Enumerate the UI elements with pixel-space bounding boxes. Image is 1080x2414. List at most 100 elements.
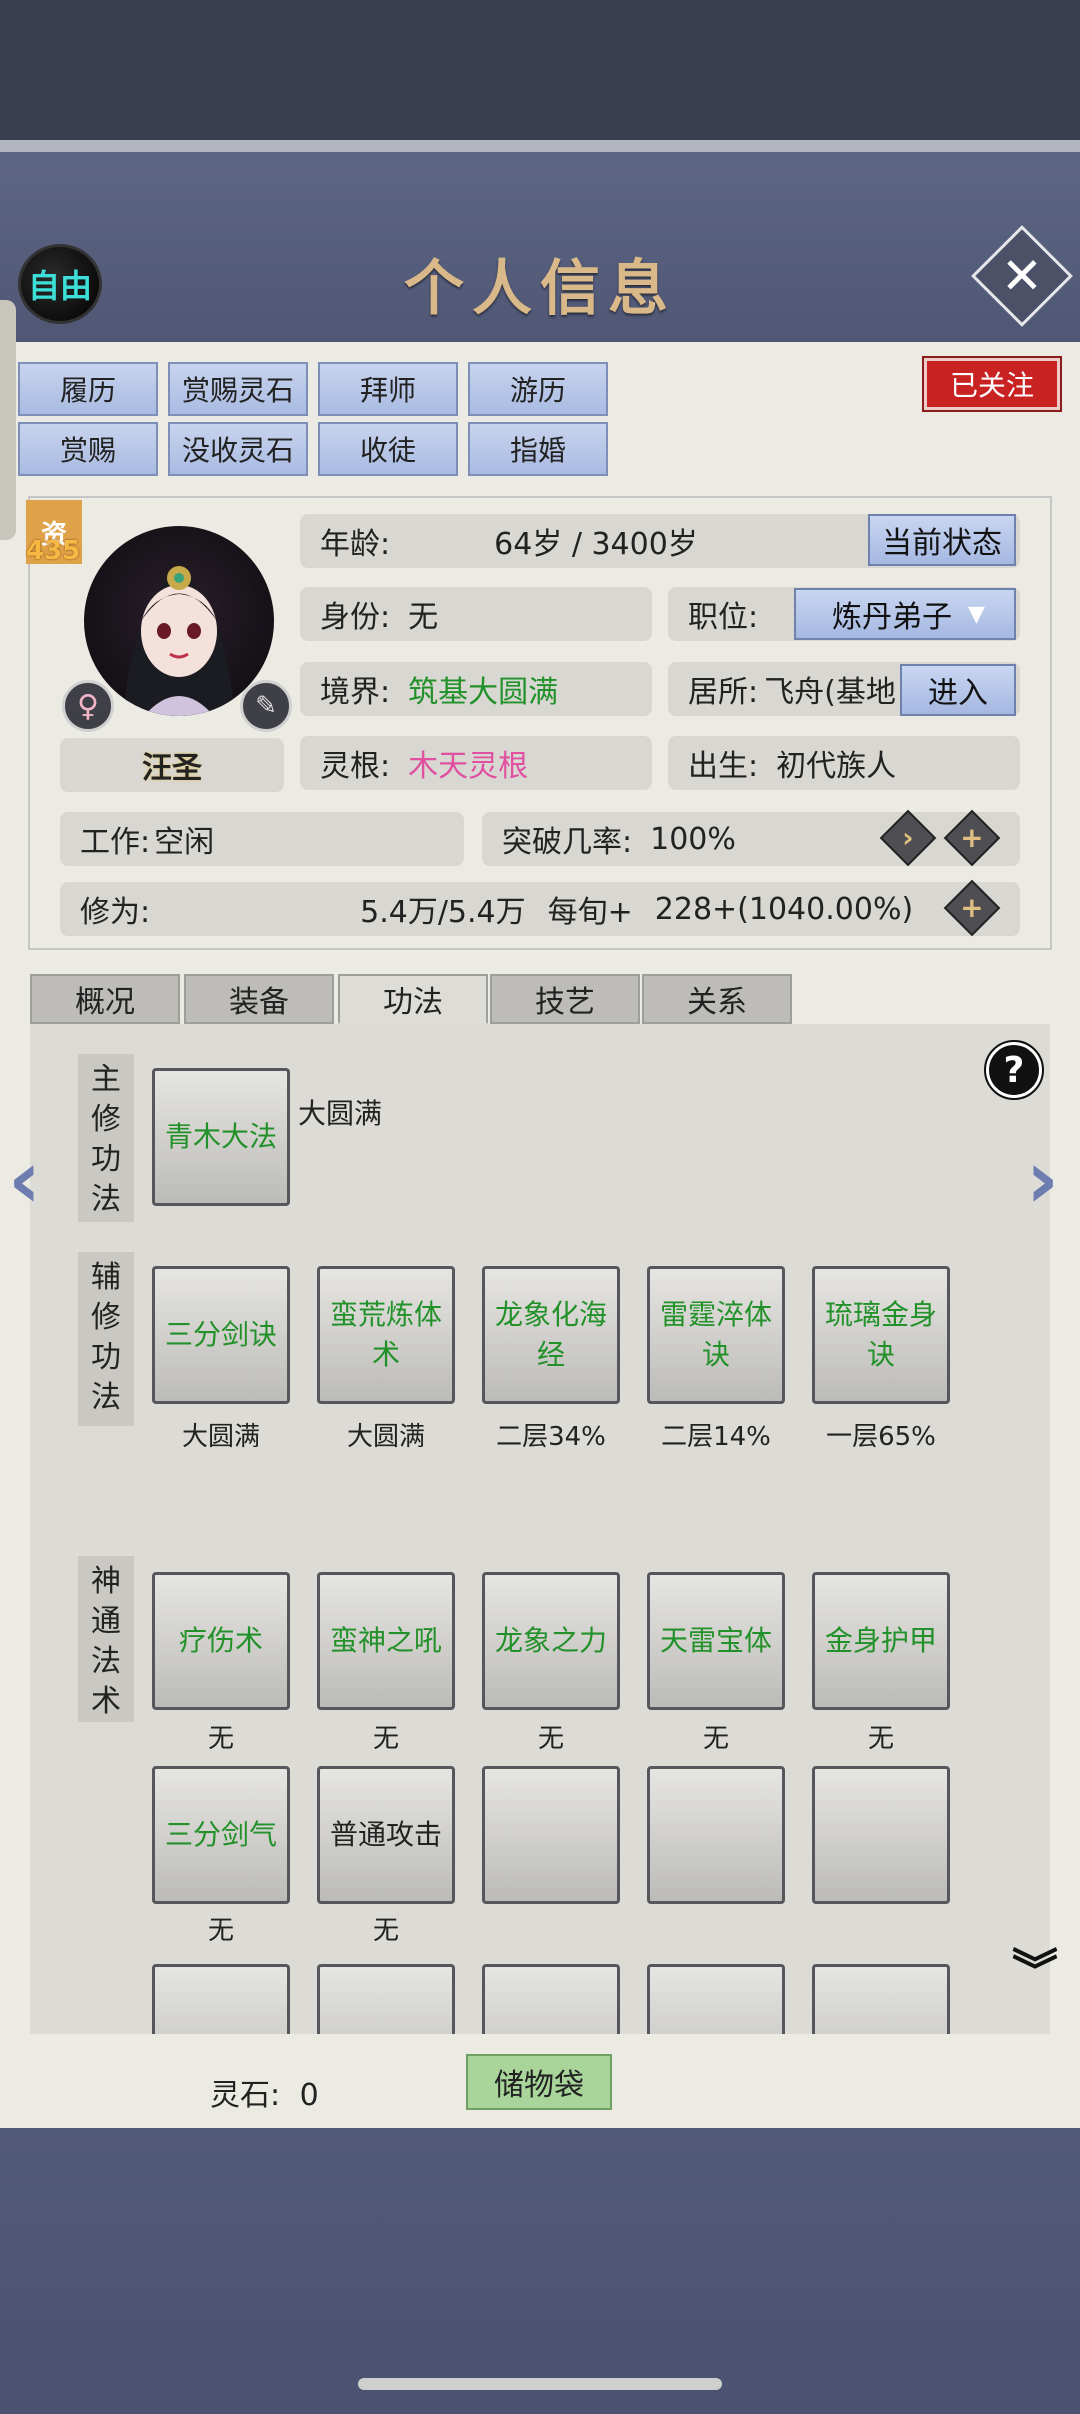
magic-art-level: 无: [702, 1724, 729, 1754]
next-slot-row: [30, 1964, 1050, 2034]
travel-button[interactable]: 游历: [468, 362, 608, 416]
magic-art-slot[interactable]: 蛮神之吼: [317, 1572, 455, 1710]
page-title: 个人信息: [404, 254, 676, 324]
tab-equipment[interactable]: 装备: [184, 974, 334, 1024]
magic-art-slot[interactable]: 疗伤术: [152, 1572, 290, 1710]
apprentice-button[interactable]: 拜师: [318, 362, 458, 416]
birth-value: 初代族人: [776, 749, 897, 784]
header-rail: [0, 140, 1080, 152]
reward-button[interactable]: 赏赐: [18, 422, 158, 476]
help-icon[interactable]: ?: [984, 1040, 1044, 1100]
next-arrow-icon[interactable]: ›: [1026, 1140, 1059, 1220]
main-technique-slot[interactable]: 青木大法: [152, 1068, 290, 1206]
magic-art-slot[interactable]: 三分剑气: [152, 1766, 290, 1904]
prev-arrow-icon[interactable]: ‹: [8, 1140, 41, 1220]
empty-slot[interactable]: [152, 1964, 290, 2034]
realm-row: 境界: 筑基大圆满: [300, 662, 652, 716]
character-avatar[interactable]: [84, 526, 274, 716]
followed-badge[interactable]: 已关注: [922, 356, 1062, 412]
aux-technique-slot[interactable]: 蛮荒炼体术: [317, 1266, 455, 1404]
free-mode-button[interactable]: 自由: [18, 244, 102, 324]
magic-art-level: 无: [207, 1916, 234, 1946]
empty-slot[interactable]: [317, 1964, 455, 2034]
empty-slot[interactable]: [812, 1766, 950, 1904]
empty-slot[interactable]: [482, 1964, 620, 2034]
residence-label: 居所:: [688, 675, 759, 710]
stone-label: 灵石:: [210, 2078, 281, 2113]
empty-slot[interactable]: [647, 1766, 785, 1904]
aux-technique-slot[interactable]: 琉璃金身诀: [812, 1266, 950, 1404]
magic-art-slot[interactable]: 金身护甲: [812, 1572, 950, 1710]
aux-technique-slot[interactable]: 雷霆淬体诀: [647, 1266, 785, 1404]
scroll-down-icon[interactable]: ︾: [1012, 1948, 1058, 1994]
aux-technique-level: 二层34%: [496, 1422, 606, 1452]
empty-slot[interactable]: [647, 1964, 785, 2034]
stone-value: 0: [299, 2078, 319, 2113]
edit-icon[interactable]: ✎: [240, 680, 292, 732]
magic-art-level: 无: [372, 1724, 399, 1754]
magic-art-level: 无: [372, 1916, 399, 1946]
current-status-button[interactable]: 当前状态: [868, 514, 1016, 566]
magic-art-slot[interactable]: 天雷宝体: [647, 1572, 785, 1710]
residence-value: 飞舟(基地: [764, 675, 896, 710]
confiscate-stones-button[interactable]: 没收灵石: [168, 422, 308, 476]
female-icon: ♀: [62, 680, 114, 732]
take-disciple-button[interactable]: 收徒: [318, 422, 458, 476]
aux-technique-slot[interactable]: 三分剑诀: [152, 1266, 290, 1404]
aux-technique-level: 大圆满: [181, 1422, 260, 1452]
root-value: 木天灵根: [408, 749, 529, 784]
spirit-stone-count: 灵石: 0: [210, 2070, 319, 2114]
magic-art-level: 无: [207, 1724, 234, 1754]
aux-technique-level: 大圆满: [346, 1422, 425, 1452]
work-label: 工作:: [80, 825, 151, 860]
enter-button[interactable]: 进入: [900, 664, 1016, 716]
magic-art-level: 无: [537, 1724, 564, 1754]
home-indicator[interactable]: [358, 2378, 722, 2390]
empty-slot[interactable]: [812, 1964, 950, 2034]
arrange-marriage-button[interactable]: 指婚: [468, 422, 608, 476]
age-value: 64岁 / 3400岁: [494, 527, 698, 562]
magic-art-level: 无: [867, 1724, 894, 1754]
realm-value: 筑基大圆满: [408, 675, 559, 710]
position-select[interactable]: 炼丹弟子 ▼: [794, 588, 1016, 640]
tab-techniques[interactable]: 功法: [338, 974, 488, 1024]
character-name[interactable]: 汪圣: [60, 738, 284, 792]
aux-technique-level: 二层14%: [661, 1422, 771, 1452]
birth-row: 出生: 初代族人: [668, 736, 1020, 790]
aux-technique-label: 辅修功法: [78, 1252, 134, 1426]
magic-art-slot[interactable]: 普通攻击: [317, 1766, 455, 1904]
chevron-down-icon: ▼: [968, 601, 985, 627]
work-value: 空闲: [154, 825, 215, 860]
cultivation-row: 修为: 5.4万/5.4万 每旬+ 228+(1040.00%): [60, 882, 1020, 936]
top-band: [0, 0, 1080, 140]
magic-art-slot[interactable]: 龙象之力: [482, 1572, 620, 1710]
bottom-band: [0, 2128, 1080, 2414]
close-icon: ✕: [1001, 247, 1043, 305]
work-row: 工作: 空闲: [60, 812, 464, 866]
side-drawer-handle[interactable]: [0, 300, 16, 540]
breakthrough-value: 100%: [650, 821, 736, 857]
aux-technique-slot[interactable]: 龙象化海经: [482, 1266, 620, 1404]
position-value: 炼丹弟子: [832, 600, 952, 635]
tab-skills[interactable]: 技艺: [490, 974, 640, 1024]
identity-label: 身份:: [320, 600, 391, 635]
breakthrough-row: 突破几率: 100%: [482, 812, 1020, 866]
history-button[interactable]: 履历: [18, 362, 158, 416]
empty-slot[interactable]: [482, 1766, 620, 1904]
identity-row: 身份: 无: [300, 587, 652, 641]
storage-bag-button[interactable]: 储物袋: [466, 2054, 612, 2110]
position-label: 职位:: [688, 600, 759, 635]
aux-technique-level: 一层65%: [826, 1422, 936, 1452]
tab-relations[interactable]: 关系: [642, 974, 792, 1024]
tab-overview[interactable]: 概况: [30, 974, 180, 1024]
main-technique-label: 主修功法: [78, 1054, 134, 1222]
identity-value: 无: [408, 600, 439, 635]
root-row: 灵根: 木天灵根: [300, 736, 652, 790]
birth-label: 出生:: [688, 749, 759, 784]
magic-arts-label: 神通法术: [78, 1556, 134, 1722]
reward-stones-button[interactable]: 赏赐灵石: [168, 362, 308, 416]
resource-value: 435: [26, 536, 81, 566]
avatar-portrait: [124, 566, 234, 716]
realm-label: 境界:: [320, 675, 391, 710]
cultivation-value: 5.4万/5.4万: [360, 895, 526, 930]
